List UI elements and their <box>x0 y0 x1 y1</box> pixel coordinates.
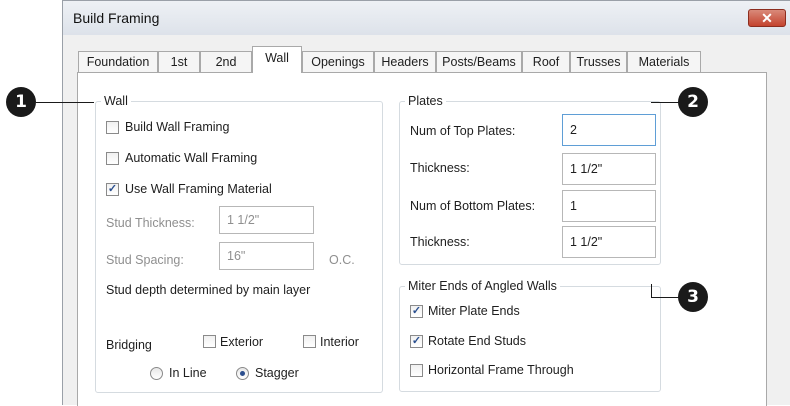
callout-1: 1 <box>6 87 36 117</box>
tab-openings[interactable]: Openings <box>302 51 374 73</box>
wall-group-legend: Wall <box>101 94 131 108</box>
horizontal-frame-through-label[interactable]: Horizontal Frame Through <box>428 363 574 377</box>
bridging-exterior-label[interactable]: Exterior <box>220 335 263 349</box>
in-line-radio[interactable] <box>150 367 163 380</box>
num-top-plates-label: Num of Top Plates: <box>410 124 516 138</box>
wall-tab-panel: Wall Build Wall Framing Automatic Wall F… <box>77 72 767 406</box>
num-bottom-plates-label: Num of Bottom Plates: <box>410 199 536 213</box>
use-wall-framing-material-label[interactable]: Use Wall Framing Material <box>125 182 272 196</box>
horizontal-frame-through-checkbox[interactable] <box>410 364 423 377</box>
build-wall-framing-checkbox[interactable] <box>106 121 119 134</box>
in-line-label[interactable]: In Line <box>169 366 207 380</box>
miter-plate-ends-label[interactable]: Miter Plate Ends <box>428 304 520 318</box>
callout-1-leader <box>36 102 94 103</box>
tab-materials[interactable]: Materials <box>627 51 701 73</box>
title-bar[interactable]: Build Framing ✕ <box>63 1 790 35</box>
stud-spacing-label: Stud Spacing: <box>106 253 184 267</box>
build-framing-dialog: Build Framing ✕ Foundation 1st 2nd Wall … <box>62 0 790 406</box>
rotate-end-studs-checkbox[interactable]: ✓ <box>410 335 423 348</box>
dialog-title: Build Framing <box>73 10 160 26</box>
bridging-label: Bridging <box>106 338 152 352</box>
num-bottom-plates-input[interactable] <box>562 190 656 222</box>
miter-ends-group-legend: Miter Ends of Angled Walls <box>405 279 560 293</box>
callout-3: 3 <box>678 282 708 312</box>
callout-2: 2 <box>678 87 708 117</box>
tab-2nd[interactable]: 2nd <box>200 51 252 73</box>
tab-1st[interactable]: 1st <box>158 51 200 73</box>
num-top-plates-input[interactable] <box>562 114 656 146</box>
rotate-end-studs-label[interactable]: Rotate End Studs <box>428 334 526 348</box>
stud-depth-note: Stud depth determined by main layer <box>106 283 311 297</box>
top-thickness-input[interactable] <box>562 153 656 185</box>
stagger-radio[interactable] <box>236 367 249 380</box>
tab-foundation[interactable]: Foundation <box>78 51 158 73</box>
miter-ends-group: Miter Ends of Angled Walls ✓ Miter Plate… <box>399 279 661 392</box>
tab-trusses[interactable]: Trusses <box>570 51 627 73</box>
close-button[interactable]: ✕ <box>748 9 786 27</box>
use-wall-framing-material-checkbox[interactable]: ✓ <box>106 183 119 196</box>
bridging-exterior-checkbox[interactable] <box>203 335 216 348</box>
plates-group-legend: Plates <box>405 94 446 108</box>
top-thickness-label: Thickness: <box>410 161 470 175</box>
tab-posts-beams[interactable]: Posts/Beams <box>436 51 522 73</box>
callout-3-leader-vertical <box>651 284 652 298</box>
stud-spacing-input[interactable] <box>219 242 314 270</box>
stud-thickness-input[interactable] <box>219 206 314 234</box>
bridging-interior-checkbox[interactable] <box>303 335 316 348</box>
build-wall-framing-label[interactable]: Build Wall Framing <box>125 120 229 134</box>
automatic-wall-framing-checkbox[interactable] <box>106 152 119 165</box>
stud-thickness-label: Stud Thickness: <box>106 216 195 230</box>
tab-wall[interactable]: Wall <box>252 46 302 73</box>
tab-roof[interactable]: Roof <box>522 51 570 73</box>
stud-spacing-suffix: O.C. <box>329 253 355 267</box>
stagger-radio-dot <box>240 371 245 376</box>
callout-2-leader <box>651 102 679 103</box>
automatic-wall-framing-label[interactable]: Automatic Wall Framing <box>125 151 257 165</box>
bottom-thickness-label: Thickness: <box>410 235 470 249</box>
bridging-interior-label[interactable]: Interior <box>320 335 359 349</box>
callout-3-leader <box>651 297 679 298</box>
plates-group: Plates Num of Top Plates: Thickness: Num… <box>399 94 661 265</box>
wall-group: Wall Build Wall Framing Automatic Wall F… <box>95 94 383 393</box>
bottom-thickness-input[interactable] <box>562 226 656 258</box>
miter-plate-ends-checkbox[interactable]: ✓ <box>410 305 423 318</box>
stagger-label[interactable]: Stagger <box>255 366 299 380</box>
tab-headers[interactable]: Headers <box>374 51 436 73</box>
